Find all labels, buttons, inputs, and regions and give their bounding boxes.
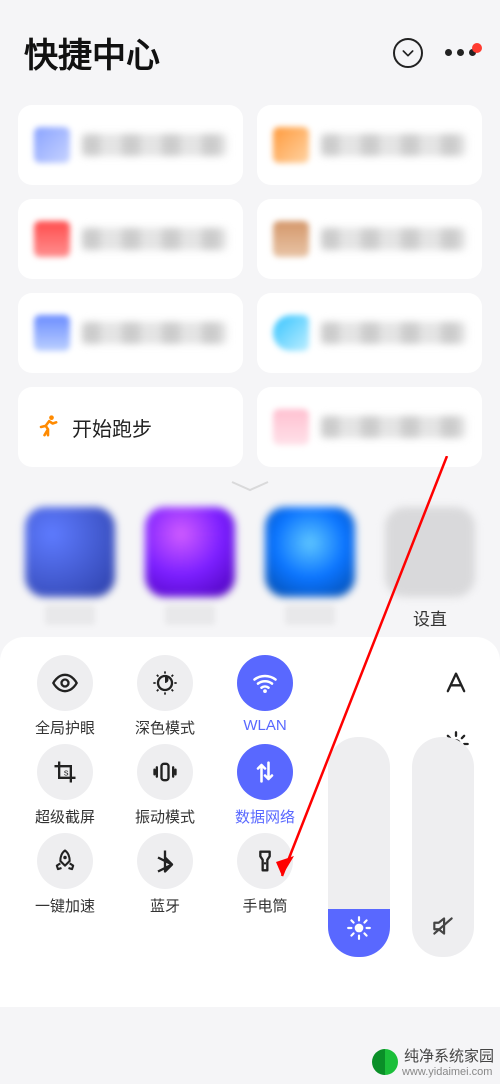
- font-icon: [442, 669, 470, 697]
- toggle-bluetooth[interactable]: 蓝牙: [120, 833, 210, 916]
- vibrate-icon: [151, 758, 179, 786]
- watermark: 纯净系统家园 www.yidaimei.com: [372, 1045, 494, 1078]
- widget-card[interactable]: [257, 199, 482, 279]
- svg-text:s: s: [64, 768, 69, 778]
- app-shortcut-row: 设直: [0, 503, 500, 633]
- widget-card[interactable]: [257, 387, 482, 467]
- toggle-screenshot[interactable]: s 超级截屏: [20, 744, 110, 827]
- widget-card[interactable]: [257, 105, 482, 185]
- widget-card[interactable]: [18, 199, 243, 279]
- watermark-url: www.yidaimei.com: [402, 1066, 494, 1078]
- page-title: 快捷中心: [24, 28, 160, 77]
- volume-slider[interactable]: [412, 737, 474, 957]
- dark-mode-icon: [151, 669, 179, 697]
- flashlight-icon: [251, 847, 279, 875]
- watermark-name: 纯净系统家园: [404, 1045, 494, 1066]
- widget-card[interactable]: [18, 105, 243, 185]
- control-center-panel: 全局护眼 深色模式 WLAN s 超级截屏 振动模式 数据网络: [0, 637, 500, 1007]
- mute-icon: [430, 913, 456, 939]
- toggle-mobile-data[interactable]: 数据网络: [220, 744, 310, 827]
- toggle-dark-mode[interactable]: 深色模式: [120, 655, 210, 738]
- app-shortcut[interactable]: [135, 507, 245, 625]
- eye-icon: [51, 669, 79, 697]
- brightness-slider[interactable]: [328, 737, 390, 957]
- expand-down-button[interactable]: [393, 38, 423, 68]
- start-run-label: 开始跑步: [72, 413, 152, 442]
- widget-card[interactable]: [257, 293, 482, 373]
- notification-badge: [472, 43, 482, 53]
- app-shortcut-settings[interactable]: 设直: [375, 507, 485, 625]
- font-size-button[interactable]: [442, 669, 470, 702]
- toggle-flashlight[interactable]: 手电筒: [220, 833, 310, 916]
- start-run-card[interactable]: 开始跑步: [18, 387, 243, 467]
- toggle-vibrate[interactable]: 振动模式: [120, 744, 210, 827]
- wifi-icon: [251, 669, 279, 697]
- app-shortcut[interactable]: [255, 507, 365, 625]
- toggle-boost[interactable]: 一键加速: [20, 833, 110, 916]
- crop-icon: s: [51, 758, 79, 786]
- brightness-icon: [346, 915, 372, 941]
- toggle-wlan[interactable]: WLAN: [220, 655, 310, 738]
- app-shortcut[interactable]: [15, 507, 125, 625]
- chevron-down-icon: [400, 45, 416, 61]
- drag-handle-icon[interactable]: [228, 476, 272, 494]
- watermark-logo-icon: [372, 1049, 398, 1075]
- data-arrows-icon: [251, 758, 279, 786]
- toggle-eye-protection[interactable]: 全局护眼: [20, 655, 110, 738]
- widget-card[interactable]: [18, 293, 243, 373]
- rocket-icon: [51, 847, 79, 875]
- running-icon: [34, 413, 62, 441]
- bluetooth-icon: [151, 847, 179, 875]
- widget-grid: 开始跑步: [0, 95, 500, 467]
- more-button[interactable]: [445, 49, 476, 56]
